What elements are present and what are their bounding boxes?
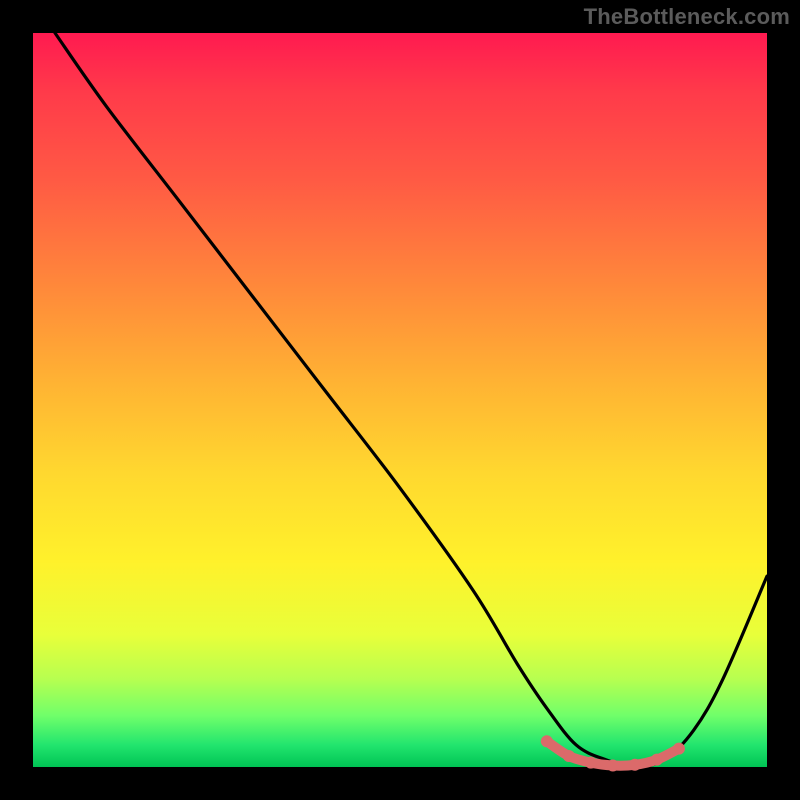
chart-frame: TheBottleneck.com [0, 0, 800, 800]
optimal-dot [651, 754, 663, 766]
optimal-dot [563, 750, 575, 762]
watermark-text: TheBottleneck.com [584, 4, 790, 30]
bottleneck-curve [55, 33, 767, 767]
optimal-dot [607, 760, 619, 772]
curve-layer [33, 33, 767, 767]
optimal-dot [541, 735, 553, 747]
optimal-dot [629, 759, 641, 771]
optimal-dot [585, 757, 597, 769]
optimal-dot [673, 743, 685, 755]
plot-area [33, 33, 767, 767]
